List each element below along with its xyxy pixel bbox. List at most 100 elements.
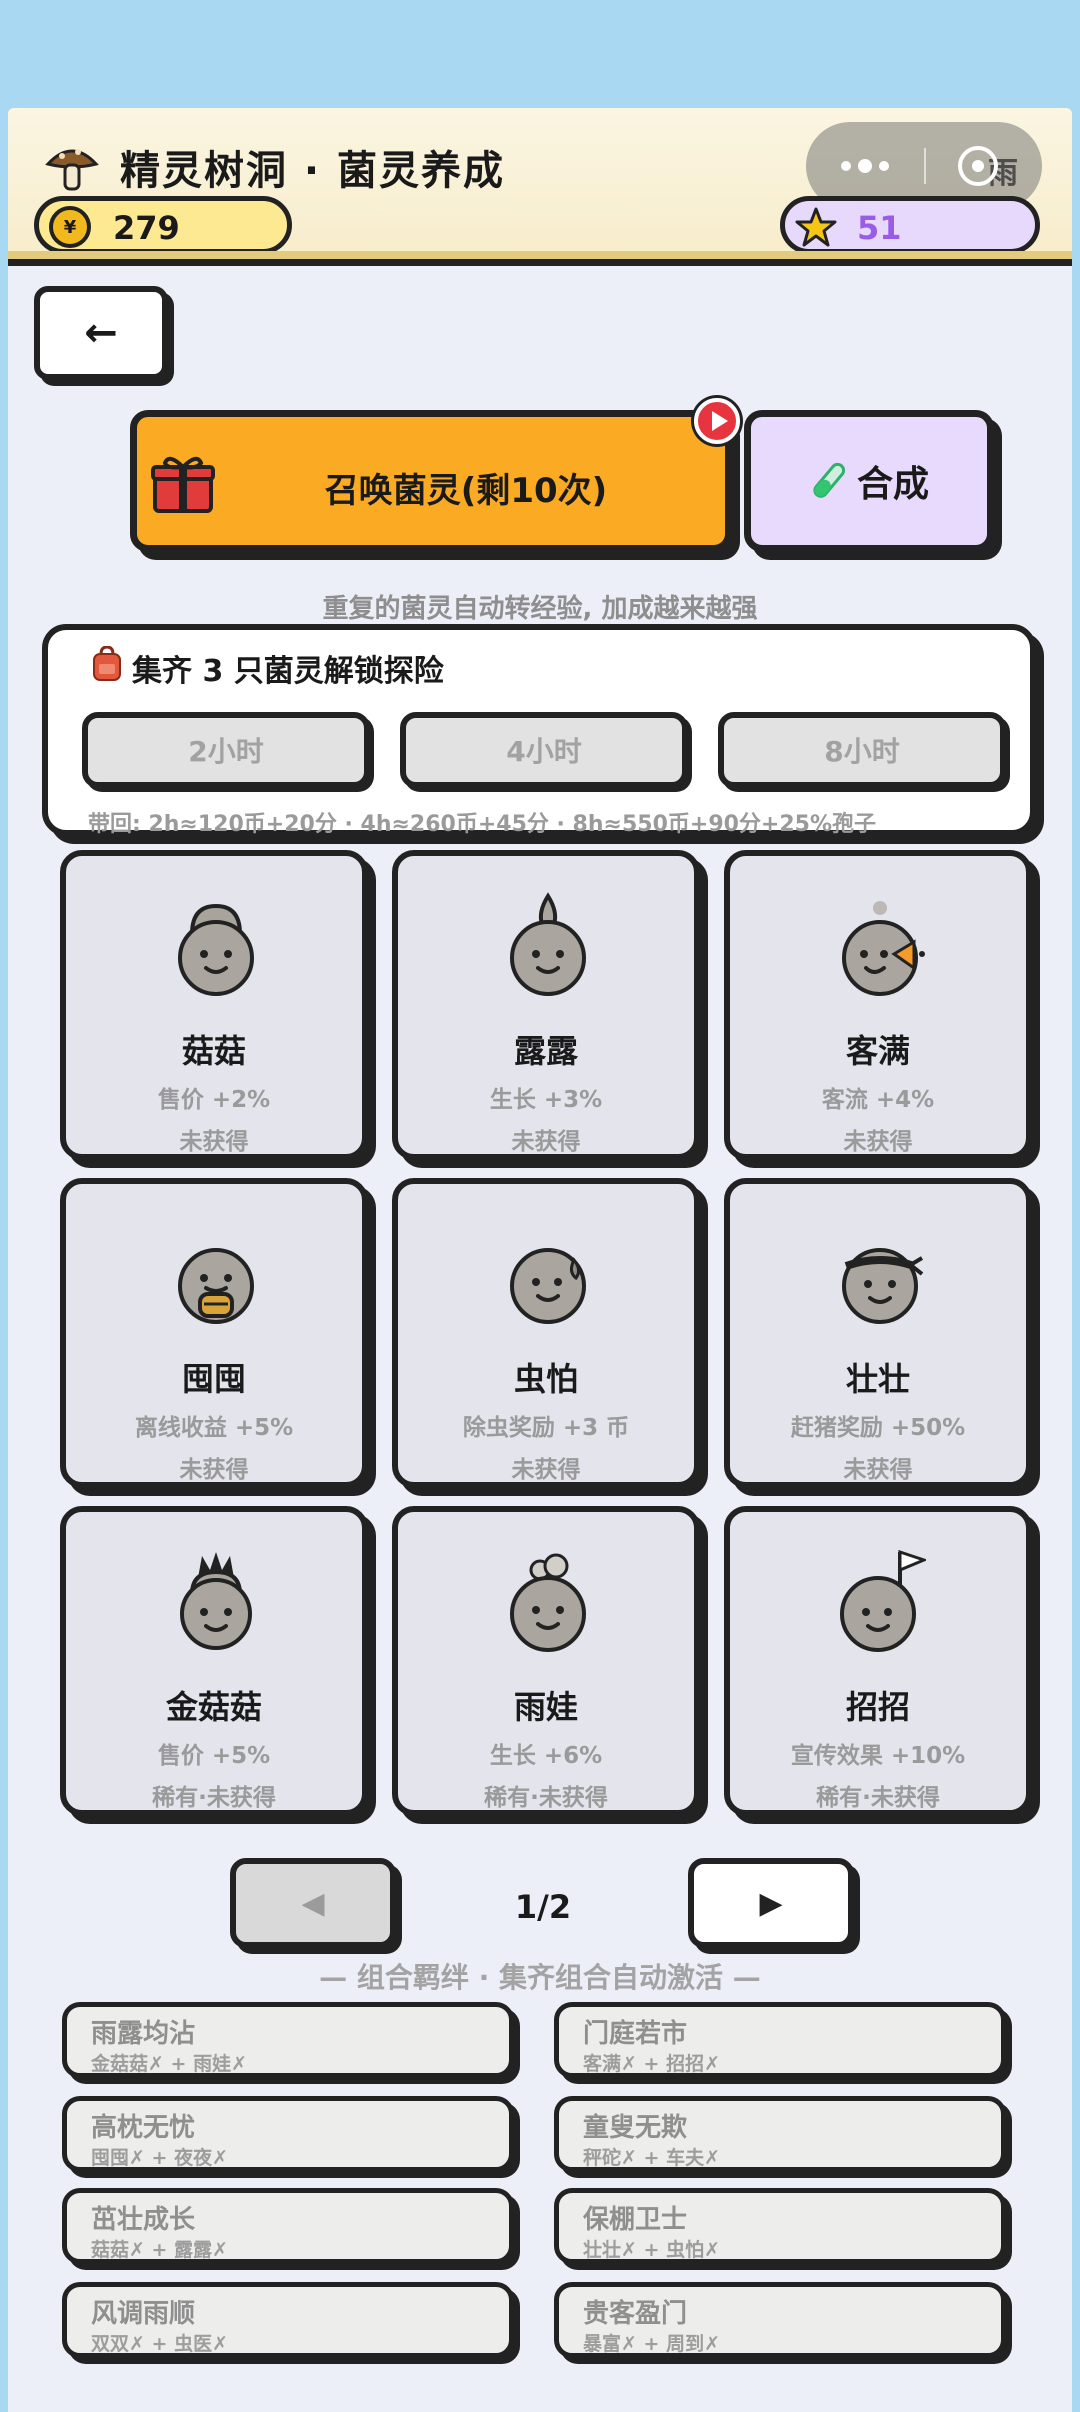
spirit-jingugu-icon bbox=[180, 1552, 252, 1650]
combo-name: 风调雨顺 bbox=[91, 2299, 196, 2329]
spirit-card[interactable]: 壮壮 赶猪奖励 +50% 未获得 bbox=[724, 1178, 1032, 1488]
spirit-name: 菇菇 bbox=[181, 1032, 246, 1070]
spirit-effect: 客流 +4% bbox=[821, 1087, 935, 1113]
spirit-name: 囤囤 bbox=[181, 1360, 246, 1398]
combo-requirement: 金菇菇✗ + 雨娃✗ bbox=[91, 2053, 247, 2075]
spirit-effect: 离线收益 +5% bbox=[134, 1415, 294, 1441]
combo-card[interactable]: 门庭若市 客满✗ + 招招✗ bbox=[554, 2002, 1006, 2078]
app-title: 精灵树洞 · 菌灵养成 bbox=[120, 148, 506, 194]
combo-card[interactable]: 茁壮成长 菇菇✗ + 露露✗ bbox=[62, 2188, 514, 2264]
spirit-card[interactable]: 雨娃 生长 +6% 稀有·未获得 bbox=[392, 1506, 700, 1816]
spirit-card[interactable]: 露露 生长 +3% 未获得 bbox=[392, 850, 700, 1160]
duration-2h-button[interactable]: 2小时 bbox=[82, 712, 370, 788]
expedition-panel: 集齐 3 只菌灵解锁探险 2小时 4小时 8小时 带回: 2h≈120币+20分… bbox=[42, 624, 1036, 837]
spirit-effect: 赶猪奖励 +50% bbox=[790, 1415, 966, 1441]
spirit-status: 未获得 bbox=[843, 1457, 913, 1483]
page-indicator: 1/2 bbox=[514, 1888, 572, 1926]
spirit-name: 雨娃 bbox=[513, 1688, 578, 1726]
spirit-status: 未获得 bbox=[843, 1129, 913, 1155]
spirit-tuntun-icon bbox=[178, 1248, 254, 1324]
combo-card[interactable]: 贵客盈门 暴富✗ + 周到✗ bbox=[554, 2282, 1006, 2358]
summon-button[interactable]: 召唤菌灵(剩10次) bbox=[130, 410, 732, 552]
combo-requirement: 暴富✗ + 周到✗ bbox=[583, 2333, 720, 2355]
spirit-keman-icon bbox=[842, 901, 925, 996]
next-page-button[interactable]: ▶ bbox=[688, 1858, 854, 1948]
spirit-gugu-icon bbox=[178, 903, 254, 996]
spirit-status: 未获得 bbox=[179, 1457, 249, 1483]
combo-card[interactable]: 雨露均沾 金菇菇✗ + 雨娃✗ bbox=[62, 2002, 514, 2078]
combo-requirement: 双双✗ + 虫医✗ bbox=[91, 2333, 228, 2355]
test-tube-icon bbox=[813, 462, 846, 498]
spirit-lulu-icon bbox=[510, 892, 586, 996]
spirit-effect: 生长 +3% bbox=[489, 1087, 603, 1113]
capsule-divider bbox=[924, 148, 926, 184]
spirit-status: 未获得 bbox=[179, 1129, 249, 1155]
combo-name: 雨露均沾 bbox=[91, 2019, 196, 2049]
merge-button[interactable]: 合成 bbox=[744, 410, 994, 552]
duration-4h-button[interactable]: 4小时 bbox=[400, 712, 688, 788]
combo-requirement: 客满✗ + 招招✗ bbox=[583, 2053, 720, 2075]
expedition-rewards-note: 带回: 2h≈120币+20分 · 4h≈260币+45分 · 8h≈550币+… bbox=[88, 812, 877, 837]
spirit-status: 未获得 bbox=[511, 1129, 581, 1155]
spirit-name: 客满 bbox=[845, 1032, 910, 1070]
spirit-card[interactable]: 虫怕 除虫奖励 +3 币 未获得 bbox=[392, 1178, 700, 1488]
combo-card[interactable]: 高枕无忧 囤囤✗ + 夜夜✗ bbox=[62, 2096, 514, 2172]
spirit-name: 金菇菇 bbox=[165, 1688, 262, 1726]
combo-card[interactable]: 童叟无欺 秤砣✗ + 车夫✗ bbox=[554, 2096, 1006, 2172]
spirit-chongpa-icon bbox=[510, 1248, 586, 1324]
spirit-effect: 生长 +6% bbox=[489, 1743, 603, 1769]
spirit-effect: 售价 +5% bbox=[157, 1743, 271, 1769]
merge-label: 合成 bbox=[856, 464, 929, 505]
coin-value: 279 bbox=[113, 209, 180, 247]
spirit-yuwa-icon bbox=[510, 1553, 586, 1652]
combo-name: 童叟无欺 bbox=[583, 2113, 688, 2143]
app-window: 精灵树洞 · 菌灵养成 ¥ 279 雨 51 ← bbox=[8, 108, 1072, 2412]
combos-section-title: — 组合羁绊 · 集齐组合自动激活 — bbox=[319, 1961, 761, 1994]
star-balance: 51 bbox=[780, 196, 1040, 254]
spirit-card[interactable]: 金菇菇 售价 +5% 稀有·未获得 bbox=[60, 1506, 368, 1816]
spirit-status: 稀有·未获得 bbox=[152, 1785, 276, 1811]
spirit-effect: 售价 +2% bbox=[157, 1087, 271, 1113]
duration-8h-button[interactable]: 8小时 bbox=[718, 712, 1006, 788]
star-value: 51 bbox=[857, 209, 902, 247]
spirit-name: 壮壮 bbox=[845, 1360, 910, 1398]
combo-name: 茁壮成长 bbox=[91, 2205, 196, 2235]
spirit-zhaozhao-icon bbox=[840, 1549, 926, 1652]
spirit-status: 稀有·未获得 bbox=[484, 1785, 608, 1811]
spirit-effect: 除虫奖励 +3 币 bbox=[462, 1415, 630, 1441]
close-mini-program-icon[interactable] bbox=[958, 146, 998, 186]
spirit-name: 虫怕 bbox=[513, 1360, 578, 1398]
spirit-card[interactable]: 菇菇 售价 +2% 未获得 bbox=[60, 850, 368, 1160]
combo-requirement: 囤囤✗ + 夜夜✗ bbox=[91, 2147, 228, 2169]
summon-label: 召唤菌灵(剩10次) bbox=[324, 471, 608, 511]
header-bar: 精灵树洞 · 菌灵养成 ¥ 279 雨 51 bbox=[8, 108, 1072, 266]
combo-card[interactable]: 保棚卫士 壮壮✗ + 虫怕✗ bbox=[554, 2188, 1006, 2264]
combo-name: 贵客盈门 bbox=[583, 2299, 688, 2329]
spirit-status: 稀有·未获得 bbox=[816, 1785, 940, 1811]
expedition-title: 集齐 3 只菌灵解锁探险 bbox=[132, 654, 444, 689]
combo-name: 门庭若市 bbox=[583, 2019, 688, 2049]
combo-requirement: 壮壮✗ + 虫怕✗ bbox=[583, 2239, 720, 2261]
backpack-icon bbox=[93, 646, 121, 681]
play-badge-icon bbox=[694, 398, 740, 444]
spirit-effect: 宣传效果 +10% bbox=[790, 1743, 966, 1769]
spirit-status: 未获得 bbox=[511, 1457, 581, 1483]
coin-icon: ¥ bbox=[49, 206, 91, 248]
combo-requirement: 秤砣✗ + 车夫✗ bbox=[583, 2147, 720, 2169]
coin-balance: ¥ 279 bbox=[34, 196, 292, 254]
spirit-card[interactable]: 招招 宣传效果 +10% 稀有·未获得 bbox=[724, 1506, 1032, 1816]
prev-page-button[interactable]: ◀ bbox=[230, 1858, 396, 1948]
combo-name: 保棚卫士 bbox=[583, 2205, 688, 2235]
back-button[interactable]: ← bbox=[34, 286, 168, 380]
mushroom-logo-icon bbox=[45, 149, 99, 191]
spirit-card[interactable]: 客满 客流 +4% 未获得 bbox=[724, 850, 1032, 1160]
spirit-card[interactable]: 囤囤 离线收益 +5% 未获得 bbox=[60, 1178, 368, 1488]
spirit-name: 露露 bbox=[513, 1032, 578, 1070]
spirit-name: 招招 bbox=[845, 1688, 910, 1726]
spirit-zhuangzhuang-icon bbox=[842, 1248, 924, 1324]
combo-name: 高枕无忧 bbox=[91, 2113, 196, 2143]
combo-card[interactable]: 风调雨顺 双双✗ + 虫医✗ bbox=[62, 2282, 514, 2358]
duplicate-hint: 重复的菌灵自动转经验, 加成越来越强 bbox=[322, 594, 758, 624]
star-icon bbox=[795, 207, 837, 247]
combo-requirement: 菇菇✗ + 露露✗ bbox=[91, 2239, 228, 2261]
